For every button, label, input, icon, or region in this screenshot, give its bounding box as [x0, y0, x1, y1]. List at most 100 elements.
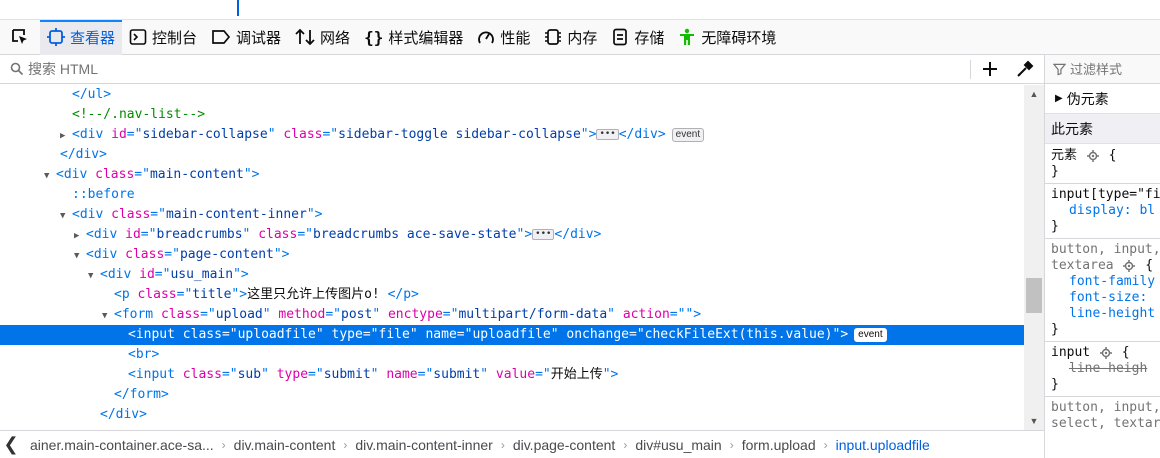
debugger-icon	[212, 30, 231, 44]
scroll-down-icon[interactable]: ▼	[1029, 416, 1039, 426]
breadcrumb-item[interactable]: div.main-content-inner	[347, 437, 500, 453]
filter-icon	[1053, 63, 1066, 76]
rule-selector: 元素	[1051, 147, 1078, 162]
this-element-label: 此元素	[1051, 120, 1093, 137]
tab-label: 调试器	[236, 29, 282, 47]
devtools-toolbar: 查看器 控制台 调试器 网络 {} 样式编辑器 性能 内存 存储 无障碍环境	[0, 19, 1160, 55]
collapse-toggle-icon[interactable]: ▼	[88, 266, 100, 286]
tab-memory[interactable]: 内存	[537, 20, 604, 55]
breadcrumb-item[interactable]: ainer.main-container.ace-sa...	[22, 437, 222, 453]
markup-search-bar	[0, 55, 1044, 84]
css-rule[interactable]: button, input, select, textar	[1045, 397, 1160, 435]
markup-line[interactable]: ▶ <div id="breadcrumbs" class="breadcrumb…	[0, 225, 1024, 245]
markup-line[interactable]: </form>	[0, 385, 1024, 405]
markup-line[interactable]: ▼ <form class="upload" method="post" enct…	[0, 305, 1024, 325]
chevron-left-icon[interactable]: ❮	[0, 434, 22, 455]
css-declaration[interactable]: font-size:	[1051, 290, 1160, 306]
element-picker-icon	[12, 29, 27, 44]
scroll-up-icon[interactable]: ▲	[1029, 89, 1039, 99]
search-icon	[10, 62, 24, 76]
network-icon	[295, 28, 315, 46]
tab-console[interactable]: 控制台	[122, 20, 204, 55]
css-rule[interactable]: button, input, textarea { font-family fon…	[1045, 239, 1160, 342]
tab-label: 无障碍环境	[701, 29, 777, 47]
css-declaration[interactable]: line-height	[1051, 306, 1160, 322]
event-badge[interactable]: event	[854, 327, 887, 342]
markup-line[interactable]: <p class="title">这里只允许上传图片o! </p>	[0, 285, 1024, 305]
storage-icon	[613, 28, 628, 46]
style-editor-icon: {}	[364, 27, 384, 47]
rule-selector: button, input,	[1051, 400, 1160, 415]
collapsed-content-badge[interactable]: •••	[596, 129, 619, 140]
pseudo-elements-toggle[interactable]: ▶ 伪元素	[1045, 84, 1160, 114]
markup-line[interactable]: ▼ <div id="usu_main">	[0, 265, 1024, 285]
markup-line[interactable]: ▼ <div class="page-content">	[0, 245, 1024, 265]
expand-triangle-icon: ▶	[1055, 93, 1063, 104]
gear-icon[interactable]	[1099, 346, 1112, 359]
css-rule[interactable]: input[type="fi display: bl}	[1045, 184, 1160, 239]
expand-toggle-icon[interactable]: ▶	[74, 226, 86, 246]
divider	[970, 60, 971, 79]
markup-line[interactable]: ▶ <div id="sidebar-collapse" class="sideb…	[0, 125, 1024, 145]
markup-scrollbar[interactable]: ▲ ▼	[1024, 85, 1044, 430]
tab-label: 样式编辑器	[388, 29, 464, 47]
tab-accessibility[interactable]: 无障碍环境	[671, 20, 783, 55]
rule-selector: textarea	[1051, 258, 1114, 273]
markup-line[interactable]: <br>	[0, 345, 1024, 365]
markup-line[interactable]: <!--/.nav-list-->	[0, 105, 1024, 125]
tab-network[interactable]: 网络	[288, 20, 357, 55]
url-bar-strip	[0, 0, 1160, 20]
tab-inspector[interactable]: 查看器	[40, 19, 123, 55]
collapse-toggle-icon[interactable]: ▼	[60, 206, 72, 226]
markup-line[interactable]: </ul>	[0, 85, 1024, 105]
markup-line[interactable]: ▼ <div class="main-content-inner">	[0, 205, 1024, 225]
scrollbar-thumb[interactable]	[1026, 278, 1042, 313]
console-icon	[129, 29, 147, 45]
pseudo-elements-label: 伪元素	[1066, 90, 1109, 107]
markup-view[interactable]: </ul> <!--/.nav-list--> ▶ <div id="sideba…	[0, 85, 1024, 430]
add-node-icon[interactable]	[980, 59, 1000, 79]
css-declaration-overridden[interactable]: line-heigh	[1051, 361, 1160, 377]
collapse-toggle-icon[interactable]: ▼	[44, 166, 56, 186]
expand-toggle-icon[interactable]: ▶	[60, 126, 72, 146]
tab-debugger[interactable]: 调试器	[204, 20, 288, 55]
this-element-header: 此元素	[1045, 114, 1160, 144]
markup-line[interactable]: </div>	[0, 145, 1024, 165]
tab-label: 存储	[634, 29, 665, 47]
css-rule[interactable]: 元素 { }	[1045, 144, 1160, 184]
tab-performance[interactable]: 性能	[470, 20, 537, 55]
rule-selector: input	[1051, 345, 1091, 360]
search-html-input[interactable]	[28, 61, 928, 77]
css-declaration[interactable]: font-family	[1051, 274, 1160, 290]
gear-icon[interactable]	[1086, 149, 1099, 162]
event-badge[interactable]: event	[671, 127, 705, 142]
breadcrumb: ❮ ainer.main-container.ace-sa... › div.ma…	[0, 430, 1044, 458]
breadcrumb-item[interactable]: div#usu_main	[627, 437, 729, 453]
filter-styles-input[interactable]	[1070, 61, 1160, 77]
tab-label: 控制台	[152, 29, 198, 47]
collapse-toggle-icon[interactable]: ▼	[102, 306, 114, 326]
tab-label: 性能	[500, 29, 531, 47]
markup-line[interactable]: <input class="sub" type="submit" name="s…	[0, 365, 1024, 385]
markup-line-selected[interactable]: <input class="uploadfile" type="file" na…	[0, 325, 1024, 345]
markup-line[interactable]: ▼ <div class="main-content">	[0, 165, 1024, 185]
collapsed-content-badge[interactable]: •••	[532, 229, 555, 240]
rule-selector: button, input,	[1051, 242, 1160, 257]
gear-icon[interactable]	[1123, 259, 1136, 272]
collapse-toggle-icon[interactable]: ▼	[74, 246, 86, 266]
element-picker-button[interactable]	[0, 20, 40, 55]
tab-storage[interactable]: 存储	[604, 20, 671, 55]
tab-style-editor[interactable]: {} 样式编辑器	[357, 20, 470, 55]
eyedropper-icon[interactable]	[1015, 59, 1035, 79]
rule-selector: input[type="fi	[1051, 187, 1160, 202]
breadcrumb-item[interactable]: div.main-content	[226, 437, 344, 453]
css-declaration[interactable]: display: bl	[1051, 203, 1160, 219]
inspector-icon	[47, 28, 65, 46]
text-caret	[237, 0, 239, 16]
breadcrumb-item-current[interactable]: input.uploadfile	[828, 437, 938, 453]
css-rule[interactable]: input { line-heigh}	[1045, 342, 1160, 397]
breadcrumb-item[interactable]: div.page-content	[505, 437, 623, 453]
breadcrumb-item[interactable]: form.upload	[734, 437, 824, 453]
markup-line[interactable]: ::before	[0, 185, 1024, 205]
markup-line[interactable]: </div>	[0, 405, 1024, 425]
